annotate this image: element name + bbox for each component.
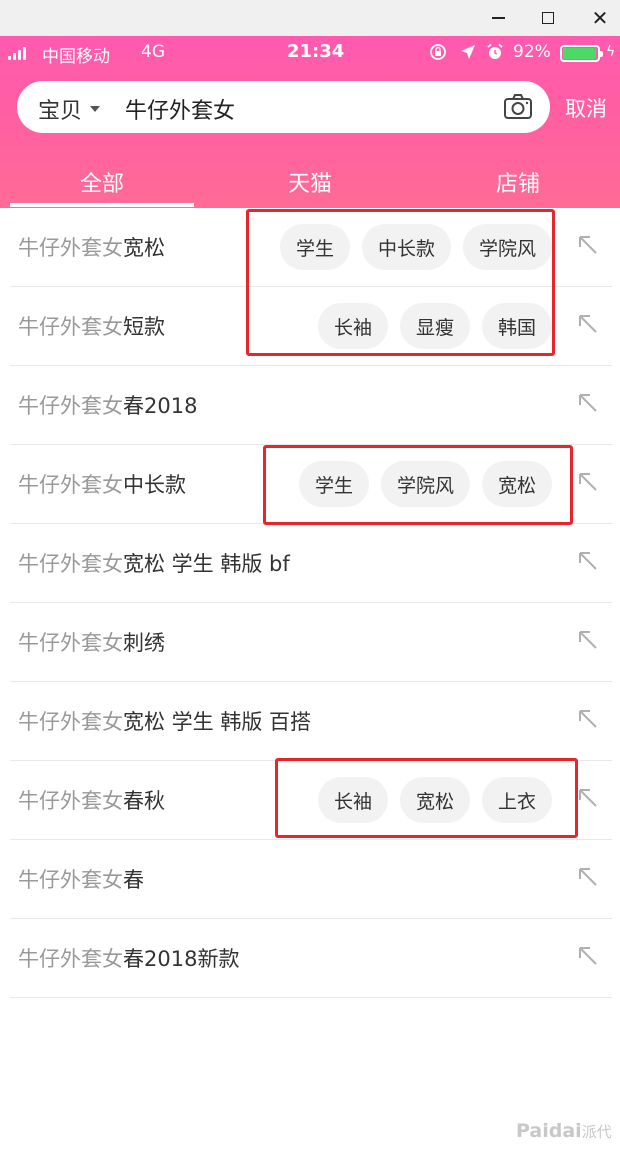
- window-close-button[interactable]: ✕: [580, 0, 620, 36]
- suggestion-text: 牛仔外套女春: [18, 868, 144, 892]
- cancel-button[interactable]: 取消: [565, 93, 607, 123]
- arrow-up-left-icon[interactable]: [577, 708, 599, 730]
- app-header: 中国移动 4G 21:34 92% ϟ 宝贝 牛仔外套女 取消 全部 天猫 店铺: [0, 36, 620, 208]
- highlight-box: [246, 209, 555, 356]
- window-minimize-button[interactable]: [478, 0, 518, 36]
- lock-rotation-icon: [430, 44, 446, 60]
- search-scope-label: 宝贝: [38, 99, 83, 124]
- suggestion-text: 牛仔外套女刺绣: [18, 631, 165, 655]
- suggestion-text: 牛仔外套女短款: [18, 315, 165, 339]
- suggestion-text: 牛仔外套女宽松: [18, 236, 165, 260]
- battery-icon: [560, 45, 603, 62]
- search-tabs: 全部 天猫 店铺: [0, 156, 620, 208]
- arrow-up-left-icon[interactable]: [577, 550, 599, 572]
- highlight-box: [263, 445, 573, 525]
- arrow-up-left-icon[interactable]: [577, 234, 599, 256]
- suggestion-text: 牛仔外套女春2018新款: [18, 947, 240, 971]
- arrow-up-left-icon[interactable]: [577, 392, 599, 414]
- suggestion-row[interactable]: 牛仔外套女春2018新款: [10, 919, 612, 998]
- tab-all[interactable]: 全部: [0, 156, 204, 208]
- charging-icon: ϟ: [606, 44, 616, 60]
- search-input[interactable]: 牛仔外套女: [125, 93, 235, 125]
- suggestion-row[interactable]: 牛仔外套女春2018: [10, 366, 612, 445]
- minimize-icon: [491, 17, 505, 19]
- suggestion-row[interactable]: 牛仔外套女刺绣: [10, 603, 612, 682]
- search-bar[interactable]: 宝贝 牛仔外套女: [17, 81, 550, 133]
- watermark-logo: Paidai派代: [516, 1120, 612, 1142]
- network-type: 4G: [141, 42, 165, 62]
- arrow-up-left-icon[interactable]: [577, 787, 599, 809]
- suggestion-text: 牛仔外套女宽松 学生 韩版 bf: [18, 552, 290, 576]
- suggestion-text: 牛仔外套女宽松 学生 韩版 百搭: [18, 710, 312, 734]
- camera-icon[interactable]: [503, 93, 533, 121]
- status-time: 21:34: [287, 41, 345, 62]
- location-icon: [461, 45, 475, 59]
- suggestion-text: 牛仔外套女中长款: [18, 473, 186, 497]
- active-tab-indicator: [10, 203, 194, 207]
- search-scope-dropdown[interactable]: 宝贝: [38, 93, 101, 125]
- arrow-up-left-icon[interactable]: [577, 866, 599, 888]
- suggestion-text: 牛仔外套女春秋: [18, 789, 165, 813]
- status-bar: 中国移动 4G 21:34 92% ϟ: [0, 36, 620, 70]
- window-titlebar: ✕: [0, 0, 620, 36]
- suggestion-text: 牛仔外套女春2018: [18, 394, 198, 418]
- arrow-up-left-icon[interactable]: [577, 629, 599, 651]
- highlight-box: [275, 758, 578, 838]
- tab-shop[interactable]: 店铺: [416, 156, 620, 208]
- tab-tmall[interactable]: 天猫: [207, 156, 413, 208]
- arrow-up-left-icon[interactable]: [577, 313, 599, 335]
- arrow-up-left-icon[interactable]: [577, 471, 599, 493]
- carrier-name: 中国移动: [42, 47, 110, 67]
- arrow-up-left-icon[interactable]: [577, 945, 599, 967]
- suggestion-row[interactable]: 牛仔外套女春: [10, 840, 612, 919]
- window-maximize-button[interactable]: [528, 0, 568, 36]
- battery-percent: 92%: [513, 42, 551, 62]
- signal-icon: [8, 47, 26, 60]
- close-icon: ✕: [591, 6, 609, 30]
- alarm-icon: [487, 43, 503, 59]
- suggestion-row[interactable]: 牛仔外套女宽松 学生 韩版 百搭: [10, 682, 612, 761]
- chevron-down-icon: [90, 106, 101, 112]
- suggestion-row[interactable]: 牛仔外套女宽松 学生 韩版 bf: [10, 524, 612, 603]
- maximize-icon: [542, 12, 554, 24]
